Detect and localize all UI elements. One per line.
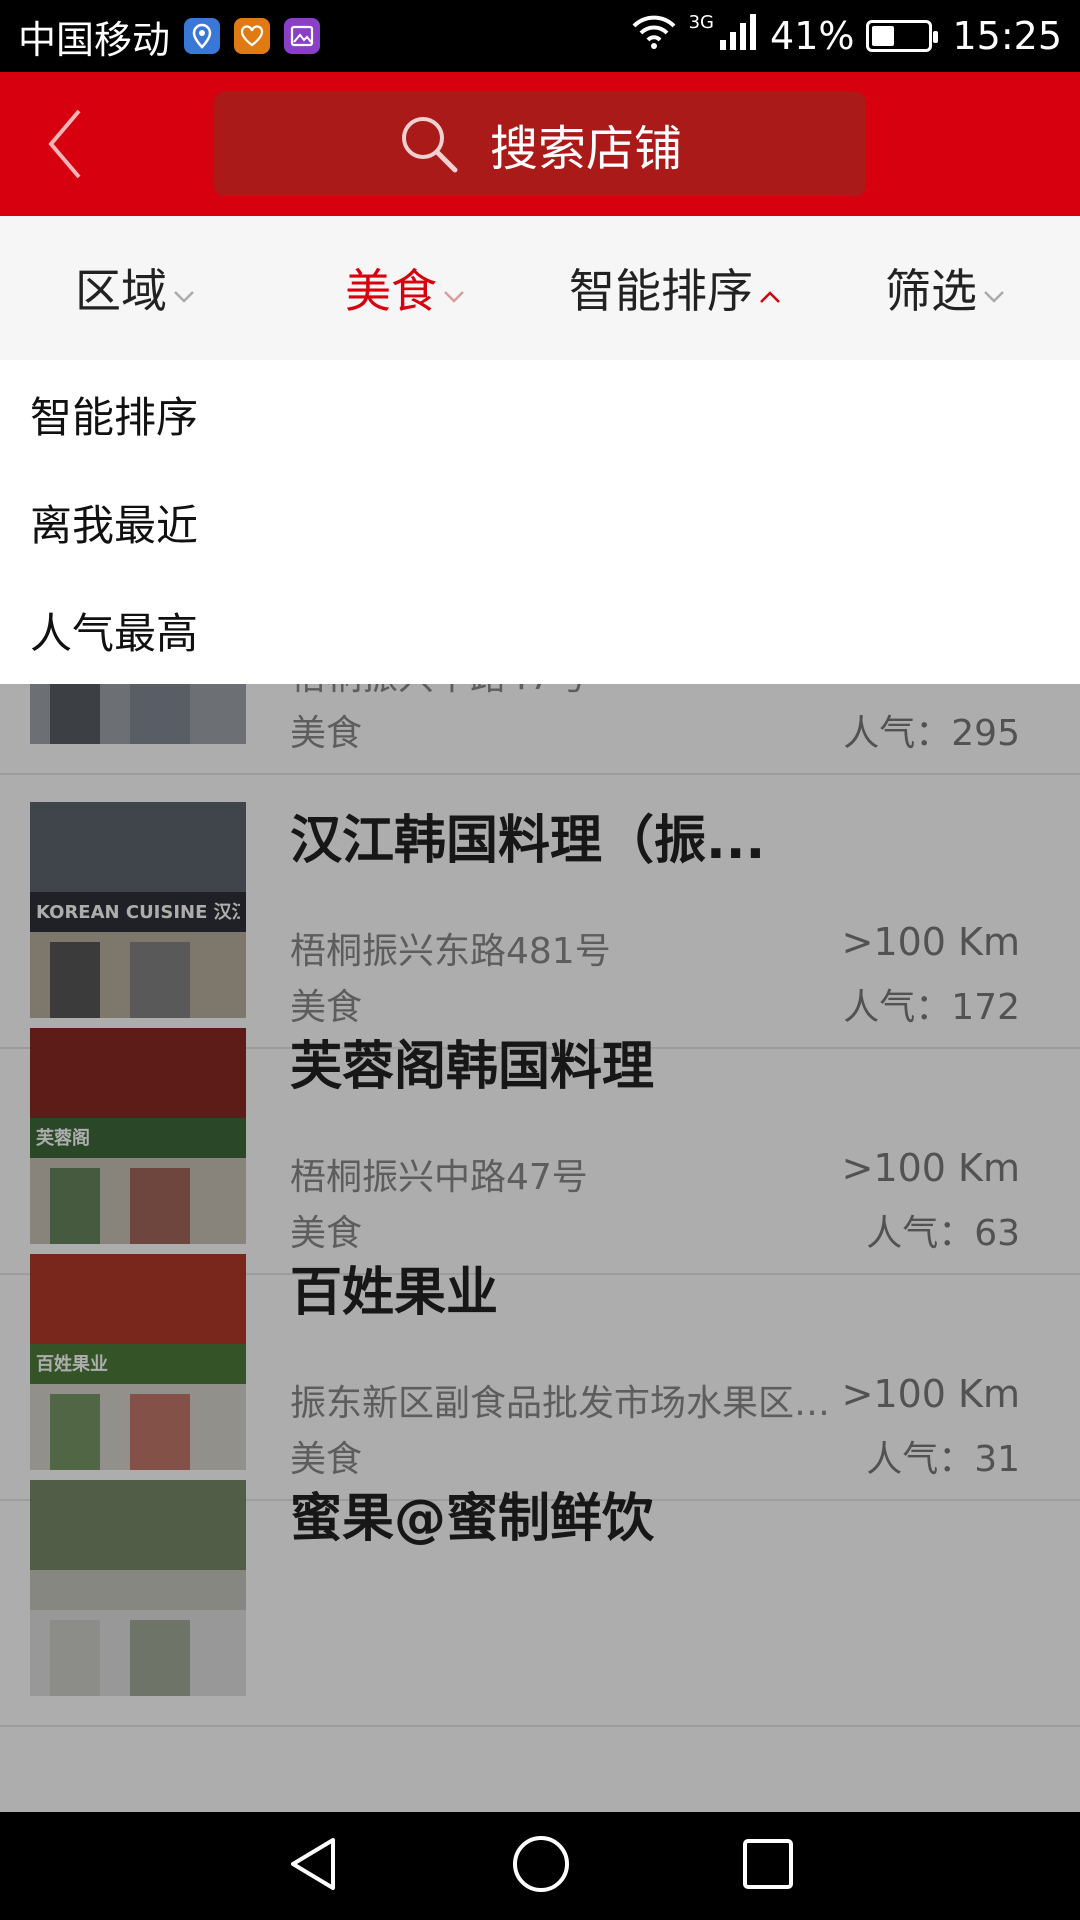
carrier-label: 中国移动: [18, 17, 171, 62]
back-button[interactable]: [0, 72, 130, 216]
signal-icon: [718, 12, 758, 61]
wifi-icon: [631, 14, 677, 59]
sort-option-0[interactable]: 智能排序: [0, 360, 1080, 468]
search-box[interactable]: 搜索店铺: [214, 92, 866, 196]
filter-tab-label: 筛选: [885, 264, 977, 318]
location-pin-icon: [184, 18, 221, 54]
network-type: 3G: [688, 11, 715, 33]
filter-tab-1[interactable]: 美食: [270, 255, 540, 321]
filter-tab-label: 美食: [345, 264, 437, 318]
sort-option-2[interactable]: 人气最高: [0, 576, 1080, 684]
search-label: 搜索店铺: [489, 121, 682, 177]
status-bar: 中国移动 3G 41% 15:25: [0, 0, 1080, 72]
status-right: 3G 41% 15:25: [631, 12, 1062, 61]
search-icon: [401, 117, 458, 173]
square-recents-icon: [743, 1839, 793, 1889]
filter-tab-2[interactable]: 智能排序: [540, 255, 810, 321]
nav-bar: [0, 1812, 1080, 1920]
heart-health-icon: [234, 18, 271, 54]
sort-option-1[interactable]: 离我最近: [0, 468, 1080, 576]
nav-back-button[interactable]: [285, 1834, 341, 1898]
battery-icon: [866, 20, 939, 52]
chevron-down-icon: [983, 261, 1005, 315]
screen: 中国移动 3G 41% 15:25 搜索店铺 区域 美食 智能排序 筛选 美食 …: [0, 0, 1080, 1920]
chevron-down-icon: [173, 261, 195, 315]
triangle-back-icon: [291, 1838, 335, 1890]
clock: 15:25: [952, 14, 1062, 58]
gallery-icon: [284, 18, 321, 54]
filter-tab-3[interactable]: 筛选: [810, 255, 1080, 321]
chevron-left-icon: [48, 109, 81, 179]
nav-recents-button[interactable]: [741, 1837, 795, 1895]
chevron-down-icon: [443, 261, 465, 315]
nav-home-button[interactable]: [511, 1834, 571, 1898]
dim-overlay[interactable]: [0, 684, 1080, 1812]
battery-fill: [872, 26, 895, 46]
battery-percent: 41%: [770, 14, 855, 58]
status-left: 中国移动: [18, 9, 631, 64]
circle-home-icon: [513, 1836, 569, 1892]
chevron-up-icon: [759, 261, 781, 315]
filter-tab-label: 区域: [75, 264, 167, 318]
filter-bar: 区域 美食 智能排序 筛选: [0, 216, 1080, 360]
sort-dropdown: 智能排序 离我最近 人气最高: [0, 360, 1080, 684]
header: 搜索店铺: [0, 72, 1080, 216]
filter-tab-0[interactable]: 区域: [0, 255, 270, 321]
filter-tab-label: 智能排序: [569, 264, 753, 318]
